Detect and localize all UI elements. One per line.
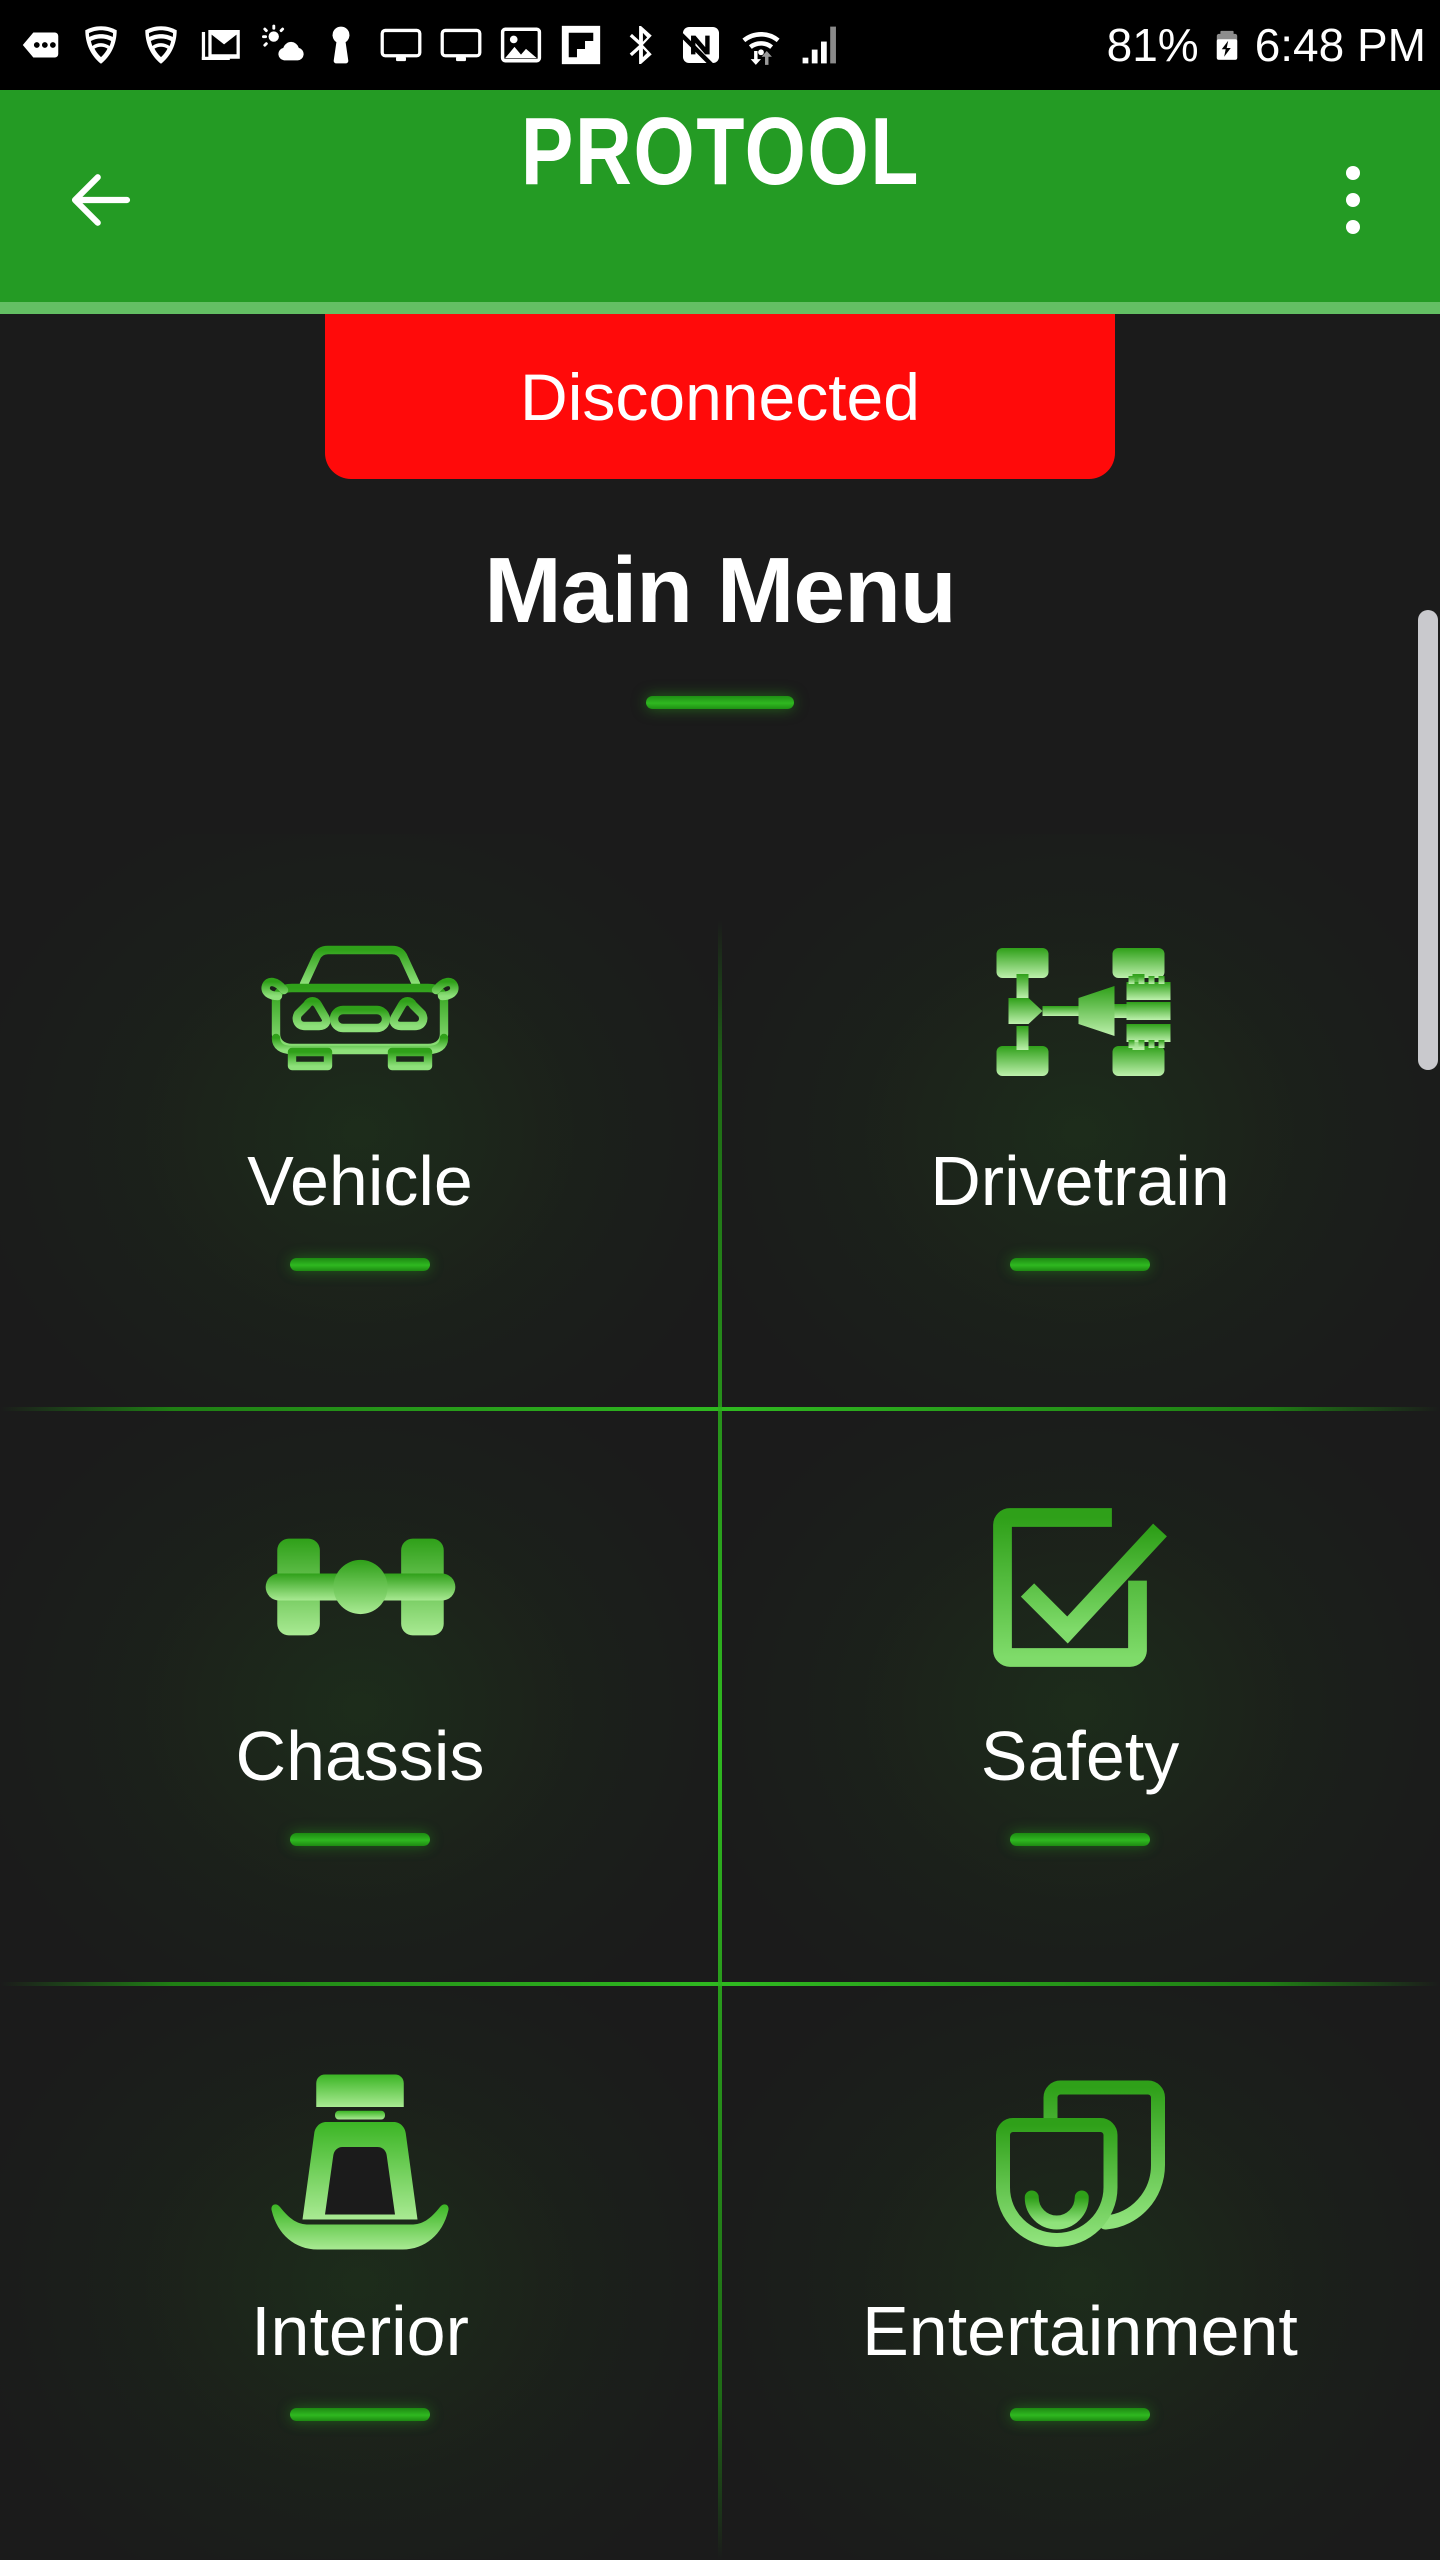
- menu-grid: Vehicle Drivetrain Chassis Safety Interi…: [0, 834, 1440, 2560]
- menu-item-label: Drivetrain: [930, 1142, 1230, 1220]
- menu-item-label: Vehicle: [247, 1142, 473, 1220]
- vertical-scrollbar[interactable]: [1418, 314, 1440, 2560]
- status-bar-system-info: 81% 6:48 PM: [1107, 18, 1426, 72]
- overflow-menu-button[interactable]: [1318, 157, 1388, 243]
- checkbox-check-icon: [985, 1487, 1175, 1687]
- menu-item-entertainment[interactable]: Entertainment: [720, 1984, 1440, 2559]
- wifi-shield-icon: [145, 26, 177, 64]
- scrollbar-thumb[interactable]: [1418, 610, 1438, 1070]
- keyhole-icon: [332, 26, 350, 64]
- more-vertical-icon-dot: [1346, 166, 1360, 180]
- menu-item-interior[interactable]: Interior: [0, 1984, 720, 2559]
- bluetooth-icon: [629, 26, 652, 64]
- media-screens-icon: [983, 2062, 1178, 2262]
- menu-item-underline: [290, 2408, 430, 2421]
- app-bar: PROTOOL: [0, 90, 1440, 310]
- more-vertical-icon-dot: [1346, 220, 1360, 234]
- status-bar: 81% 6:48 PM: [0, 0, 1440, 90]
- menu-item-vehicle[interactable]: Vehicle: [0, 834, 720, 1409]
- more-vertical-icon-dot: [1346, 193, 1360, 207]
- app-bar-underline: [0, 302, 1440, 314]
- drivetrain-icon: [978, 912, 1183, 1112]
- menu-item-underline: [1010, 1258, 1150, 1271]
- car-front-icon: [240, 912, 480, 1112]
- menu-item-label: Safety: [980, 1717, 1180, 1795]
- menu-item-underline: [290, 1833, 430, 1846]
- axle-icon: [253, 1487, 468, 1687]
- menu-item-label: Chassis: [235, 1717, 485, 1795]
- page-title: PROTOOL: [0, 104, 1440, 248]
- wifi-shield-icon: [85, 26, 117, 64]
- cast-screen-icon: [380, 28, 422, 62]
- clock-label: 6:48 PM: [1254, 19, 1426, 71]
- menu-item-safety[interactable]: Safety: [720, 1409, 1440, 1984]
- cast-screen-icon: [440, 28, 482, 62]
- screen-title-underline: [646, 696, 794, 709]
- menu-item-label: Entertainment: [862, 2292, 1298, 2370]
- menu-item-drivetrain[interactable]: Drivetrain: [720, 834, 1440, 1409]
- battery-charging-icon: [1216, 30, 1237, 60]
- screen-title: Main Menu: [484, 538, 957, 642]
- cellular-signal-icon: [802, 26, 836, 64]
- menu-item-underline: [290, 1258, 430, 1271]
- menu-item-label: Interior: [251, 2292, 469, 2370]
- main-menu-screen: Disconnected Main Menu Vehicle Drivetrai…: [0, 314, 1440, 2560]
- gmail-icon: [201, 30, 240, 60]
- photo-icon: [500, 27, 542, 63]
- connection-status-label: Disconnected: [520, 359, 920, 434]
- status-bar-notification-icons: [18, 22, 1107, 68]
- car-seat-icon: [270, 2062, 450, 2262]
- flipboard-icon: [561, 25, 601, 65]
- menu-item-underline: [1010, 1833, 1150, 1846]
- wifi-data-transfer-icon: [742, 31, 780, 65]
- grid-divider-vertical: [718, 920, 722, 2560]
- weather-partly-cloudy-icon: [262, 24, 304, 61]
- battery-percent-label: 81%: [1106, 19, 1199, 71]
- nfc-icon: [682, 26, 720, 64]
- app-title-text: PROTOOL: [520, 98, 920, 205]
- menu-item-underline: [1010, 2408, 1150, 2421]
- menu-item-chassis[interactable]: Chassis: [0, 1409, 720, 1984]
- messages-dots-icon: [22, 32, 59, 58]
- connection-status-badge[interactable]: Disconnected: [325, 314, 1115, 479]
